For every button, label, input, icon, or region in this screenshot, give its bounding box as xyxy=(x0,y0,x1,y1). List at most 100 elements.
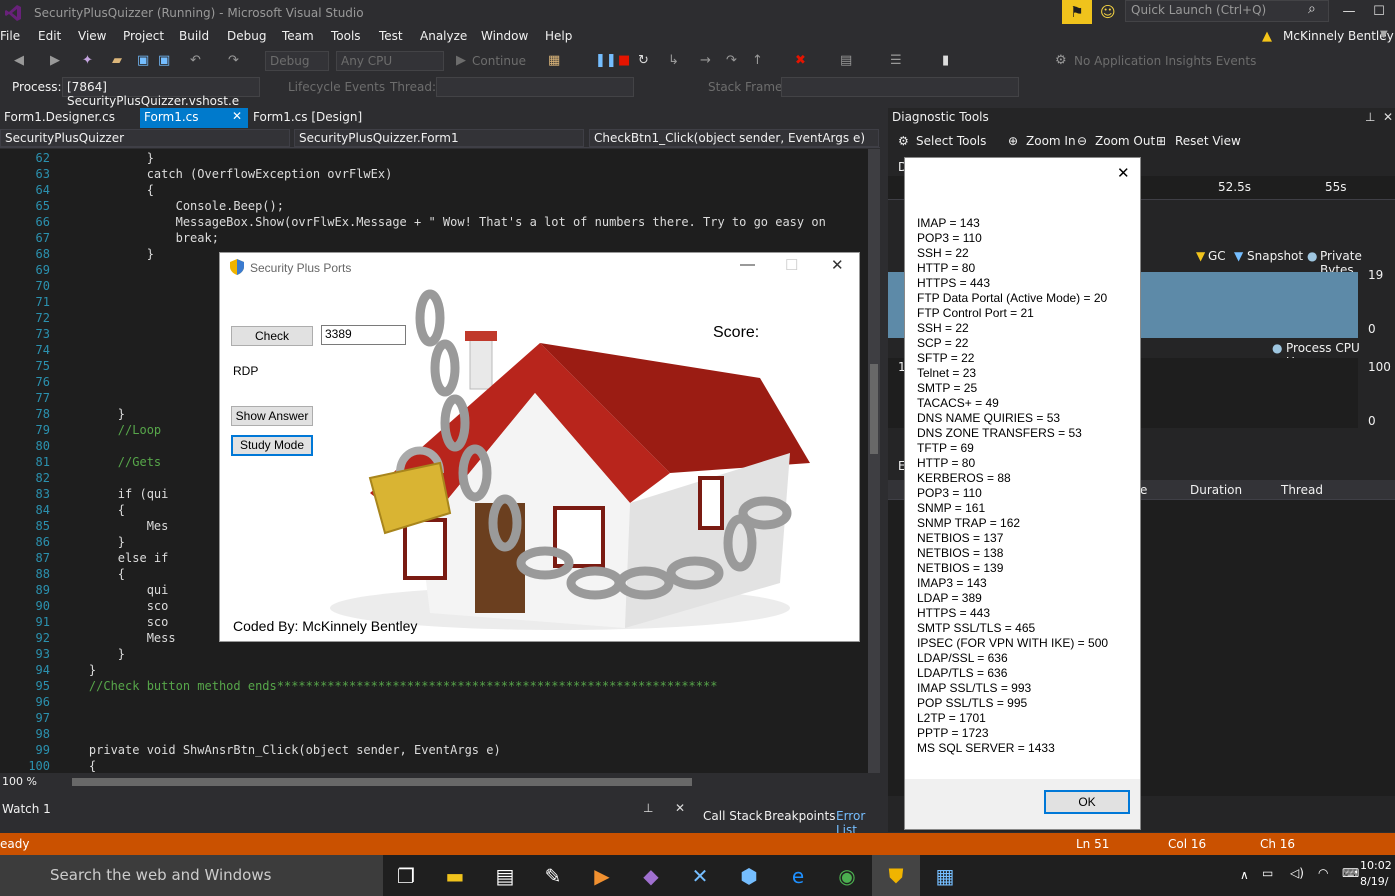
ok-button[interactable]: OK xyxy=(1044,790,1130,814)
account-name[interactable]: McKinnely Bentley xyxy=(1283,29,1394,43)
code-line[interactable]: } xyxy=(60,246,154,262)
clock[interactable]: 10:02 8/19/ xyxy=(1360,858,1392,890)
menu-build[interactable]: Build xyxy=(179,29,209,43)
process-icon[interactable]: ▦ xyxy=(548,53,560,68)
code-line[interactable]: qui xyxy=(60,582,169,598)
task-view-icon[interactable]: ❐ xyxy=(391,862,421,890)
code-line[interactable]: { xyxy=(60,566,125,582)
step-into-icon[interactable]: → xyxy=(700,53,711,68)
file-explorer-icon[interactable]: ▬ xyxy=(440,862,470,890)
format-icon[interactable]: ☰ xyxy=(890,53,902,68)
taskbar-search-box[interactable]: Search the web and Windows xyxy=(0,855,383,896)
layout-icon[interactable]: ▤ xyxy=(840,53,852,68)
tab-form1-designer-cs[interactable]: Form1.Designer.cs xyxy=(0,108,138,128)
minimize-button[interactable]: — xyxy=(1334,0,1364,24)
code-line[interactable]: { xyxy=(60,182,154,198)
configuration-select[interactable]: Debug xyxy=(265,51,329,71)
zoom-out-button[interactable]: Zoom Out xyxy=(1095,134,1155,148)
menu-debug[interactable]: Debug xyxy=(227,29,266,43)
menu-test[interactable]: Test xyxy=(379,29,403,43)
gear-icon[interactable]: ⚙ xyxy=(898,134,909,148)
code-line[interactable]: { xyxy=(60,502,125,518)
menu-analyze[interactable]: Analyze xyxy=(420,29,467,43)
play-icon[interactable]: ▶ xyxy=(456,53,466,68)
application-insights-label[interactable]: No Application Insights Events xyxy=(1074,54,1256,68)
menu-help[interactable]: Help xyxy=(545,29,572,43)
edge-icon[interactable]: e xyxy=(783,862,813,890)
menu-view[interactable]: View xyxy=(78,29,106,43)
pause-icon[interactable]: ❚❚ xyxy=(595,53,617,68)
code-line[interactable]: { xyxy=(60,758,96,773)
close-icon[interactable]: ✕ xyxy=(232,109,242,123)
menu-tools[interactable]: Tools xyxy=(331,29,361,43)
redo-icon[interactable]: ↷ xyxy=(228,53,239,68)
member-dropdown[interactable]: CheckBtn1_Click(object sender, EventArgs… xyxy=(589,129,879,147)
tab-call-stack[interactable]: Call Stack xyxy=(703,809,762,823)
step-out-icon[interactable]: ↑ xyxy=(752,53,763,68)
tab-breakpoints[interactable]: Breakpoints xyxy=(764,809,835,823)
thread-select[interactable] xyxy=(436,77,634,97)
visual-studio-icon[interactable]: ◆ xyxy=(636,862,666,890)
code-line[interactable]: } xyxy=(60,646,125,662)
code-line[interactable]: sco xyxy=(60,598,169,614)
exception-icon[interactable]: ✖ xyxy=(795,53,806,68)
volume-icon[interactable]: ◁) xyxy=(1290,866,1304,880)
close-icon[interactable]: ✕ xyxy=(675,801,685,815)
save-icon[interactable]: ▣ xyxy=(137,53,149,68)
vs-code-icon[interactable]: ✕ xyxy=(685,862,715,890)
code-line[interactable]: } xyxy=(60,150,154,166)
code-line[interactable]: Console.Beep(); xyxy=(60,198,284,214)
menu-team[interactable]: Team xyxy=(282,29,314,43)
process-select[interactable]: [7864] SecurityPlusQuizzer.vshost.e xyxy=(62,77,260,108)
undo-icon[interactable]: ↶ xyxy=(190,53,201,68)
media-player-icon[interactable]: ▶ xyxy=(587,862,617,890)
minimize-button[interactable]: — xyxy=(740,256,755,273)
stack-frame-select[interactable] xyxy=(781,77,1019,97)
pin-icon[interactable]: ⊥ xyxy=(643,801,653,815)
close-button[interactable]: ✕ xyxy=(1117,164,1130,182)
new-project-icon[interactable]: ✦ xyxy=(82,53,93,68)
code-line[interactable]: Mess xyxy=(60,630,176,646)
stop-icon[interactable]: ■ xyxy=(618,53,630,68)
code-line[interactable]: } xyxy=(60,662,96,678)
pin-icon[interactable]: ⊥ xyxy=(1365,110,1375,124)
code-line[interactable]: break; xyxy=(60,230,219,246)
battery-icon[interactable]: ▭ xyxy=(1262,866,1273,880)
code-line[interactable]: //Gets xyxy=(60,454,161,470)
code-line[interactable]: sco xyxy=(60,614,169,630)
document-icon[interactable]: ▦ xyxy=(930,862,960,890)
port-input[interactable]: 3389 xyxy=(321,325,406,345)
column-header-duration[interactable]: Duration xyxy=(1190,483,1242,497)
select-tools-button[interactable]: Select Tools xyxy=(916,134,986,148)
close-button[interactable]: ✕ xyxy=(831,256,844,274)
keyboard-icon[interactable]: ⌨ xyxy=(1342,866,1359,880)
editor-horizontal-scrollbar[interactable]: 100 % xyxy=(0,773,868,791)
code-line[interactable]: else if xyxy=(60,550,169,566)
editor-vertical-scrollbar[interactable] xyxy=(868,149,880,773)
study-mode-button[interactable]: Study Mode xyxy=(231,435,313,456)
code-line[interactable]: private void ShwAnsrBtn_Click(object sen… xyxy=(60,742,501,758)
maximize-button[interactable]: ☐ xyxy=(1364,0,1394,24)
project-dropdown[interactable]: SecurityPlusQuizzer xyxy=(0,129,290,147)
network-icon[interactable]: ◠ xyxy=(1318,866,1328,880)
lifecycle-events-button[interactable]: Lifecycle Events xyxy=(288,80,385,94)
forward-icon[interactable]: ▶ xyxy=(50,53,60,68)
zoom-level[interactable]: 100 % xyxy=(2,775,37,788)
class-dropdown[interactable]: SecurityPlusQuizzer.Form1 xyxy=(294,129,584,147)
tray-chevron-icon[interactable]: ∧ xyxy=(1240,868,1249,882)
open-folder-icon[interactable]: ▰ xyxy=(112,53,122,68)
reset-view-button[interactable]: Reset View xyxy=(1175,134,1241,148)
bookmark-icon[interactable]: ▮ xyxy=(942,53,949,68)
platform-select[interactable]: Any CPU xyxy=(336,51,444,71)
notepad-icon[interactable]: ✎ xyxy=(538,862,568,890)
show-answer-button[interactable]: Show Answer xyxy=(231,406,313,426)
code-line[interactable]: catch (OverflowException ovrFlwEx) xyxy=(60,166,393,182)
reset-view-icon[interactable]: ⊞ xyxy=(1156,134,1166,148)
tab-form1-design[interactable]: Form1.cs [Design] xyxy=(249,108,389,128)
zoom-out-icon[interactable]: ⊖ xyxy=(1077,134,1087,148)
zoom-in-icon[interactable]: ⊕ xyxy=(1008,134,1018,148)
menu-edit[interactable]: Edit xyxy=(38,29,61,43)
watch-title[interactable]: Watch 1 xyxy=(2,802,51,816)
code-line[interactable]: MessageBox.Show(ovrFlwEx.Message + " Wow… xyxy=(60,214,826,230)
step-over-icon[interactable]: ↷ xyxy=(726,53,737,68)
